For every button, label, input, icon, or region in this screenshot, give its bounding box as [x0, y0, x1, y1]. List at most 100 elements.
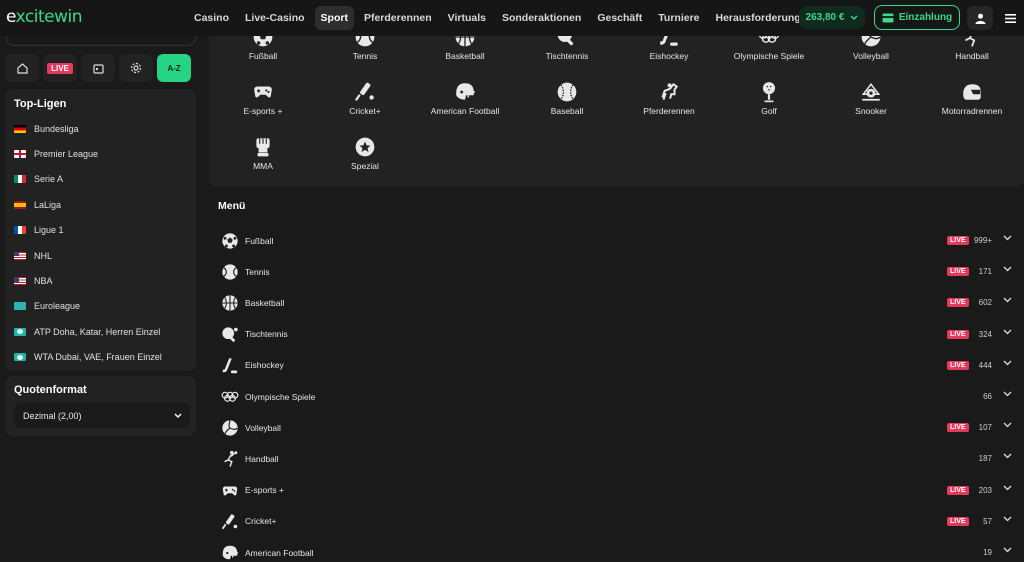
gamepad-icon: [222, 486, 238, 496]
sport-tile-e-sports-[interactable]: E-sports +: [213, 81, 313, 116]
cricket-bat-icon: [355, 82, 374, 101]
a-z-button[interactable]: A-Z: [157, 54, 191, 82]
menu-row-tischtennis[interactable]: Tischtennis LIVE 324: [209, 319, 1024, 350]
de-flag-icon: [14, 124, 26, 133]
league-item[interactable]: NHL: [5, 243, 196, 268]
menu-row-eishockey[interactable]: Eishockey LIVE 444: [209, 350, 1024, 381]
snooker-icon: [861, 83, 881, 101]
us-flag-icon: [14, 277, 26, 286]
nav-item-sonderaktionen[interactable]: Sonderaktionen: [496, 6, 587, 30]
chevron-down-icon: [1003, 297, 1012, 303]
odds-format-select[interactable]: Dezimal (2,00): [14, 403, 190, 428]
sport-tile-mma[interactable]: MMA: [213, 136, 313, 171]
league-item[interactable]: Ligue 1: [5, 218, 196, 243]
event-count: 203: [978, 485, 992, 495]
user-account-button[interactable]: [967, 6, 993, 30]
sport-tile-label: Baseball: [550, 106, 584, 116]
menu-row-label: Eishockey: [245, 360, 284, 371]
horse-racing-icon: [661, 82, 679, 101]
nav-item-live-casino[interactable]: Live-Casino: [239, 6, 311, 30]
league-item[interactable]: Euroleague: [5, 294, 196, 319]
football-helmet-icon: [222, 545, 239, 560]
settings-button[interactable]: [119, 54, 153, 82]
sport-tile-golf[interactable]: Golf: [719, 81, 819, 116]
nav-item-pferderennen[interactable]: Pferderennen: [358, 6, 438, 30]
sport-tile-snooker[interactable]: Snooker: [821, 81, 921, 116]
basketball-icon: [222, 295, 238, 312]
int-flag-icon: [14, 353, 26, 362]
us-flag-icon: [14, 251, 26, 260]
sport-tile-american-football[interactable]: American Football: [415, 81, 515, 116]
sport-tile-cricket-[interactable]: Cricket+: [315, 81, 415, 116]
menu-row-label: Cricket+: [245, 516, 277, 527]
sport-tile-label: Cricket+: [349, 106, 381, 116]
sport-tile-label: Olympische Spiele: [733, 51, 805, 61]
balance-amount: 263,80 €: [805, 12, 845, 23]
menu-row-fußball[interactable]: Fußball LIVE 999+: [209, 225, 1024, 256]
chevron-down-icon: [1003, 453, 1012, 459]
league-label: Ligue 1: [34, 225, 64, 236]
sport-tile-pferderennen[interactable]: Pferderennen: [619, 81, 719, 116]
sport-tile-spezial[interactable]: Spezial: [315, 136, 415, 171]
wallet-icon: [882, 13, 894, 22]
menu-row-tennis[interactable]: Tennis LIVE 171: [209, 256, 1024, 287]
tennis-ball-icon: [222, 264, 238, 280]
it-flag-icon: [14, 175, 26, 184]
menu-row-basketball[interactable]: Basketball LIVE 602: [209, 287, 1024, 318]
sport-tile-label: Volleyball: [853, 51, 889, 61]
menu-row-icon: [221, 419, 239, 437]
main-nav: Casino Live-Casino Sport Pferderennen Virtua…: [188, 6, 819, 30]
hamburger-icon: [1004, 13, 1016, 23]
nav-item-virtuals[interactable]: Virtuals: [442, 6, 492, 30]
league-item[interactable]: Serie A: [5, 167, 196, 192]
menu-row-icon: [221, 326, 239, 344]
quick-nav: LIVE A-Z: [5, 54, 196, 83]
menu-row-volleyball[interactable]: Volleyball LIVE 107: [209, 412, 1024, 443]
live-badge: LIVE: [947, 516, 969, 526]
sport-tile-motorradrennen[interactable]: Motorradrennen: [922, 81, 1022, 116]
int-flag-icon: [14, 327, 26, 336]
hamburger-menu-button[interactable]: [999, 6, 1021, 30]
deposit-button[interactable]: Einzahlung: [874, 5, 960, 30]
event-count: 999+: [973, 236, 992, 245]
sport-tile-baseball[interactable]: Baseball: [517, 81, 617, 116]
league-item[interactable]: NBA: [5, 268, 196, 293]
menu-row-olympische-spiele[interactable]: Olympische Spiele 66: [209, 381, 1024, 412]
menu-row-icon: [221, 357, 239, 375]
menu-row-icon: [221, 263, 239, 281]
menu-row-handball[interactable]: Handball 187: [209, 443, 1024, 474]
nav-item-sport[interactable]: Sport: [314, 6, 354, 30]
league-item[interactable]: WTA Dubai, VAE, Frauen Einzel: [5, 345, 196, 370]
brand-logo[interactable]: excitewin: [6, 4, 88, 32]
balance-button[interactable]: 263,80 €: [799, 6, 865, 29]
mma-glove-icon: [256, 138, 270, 157]
home-button[interactable]: [5, 54, 39, 82]
menu-row-cricket-[interactable]: Cricket+ LIVE 57: [209, 506, 1024, 537]
nav-item-geschäft[interactable]: Geschäft: [591, 6, 648, 30]
menu-row-label: Tischtennis: [245, 329, 288, 340]
sport-tile-label: MMA: [253, 161, 273, 171]
menu-row-label: Basketball: [245, 297, 285, 308]
league-item[interactable]: ATP Doha, Katar, Herren Einzel: [5, 319, 196, 344]
handball-icon: [224, 451, 238, 468]
sport-tile-label: Tischtennis: [545, 51, 589, 61]
menu-row-e-sports-[interactable]: E-sports + LIVE 203: [209, 475, 1024, 506]
league-label: Euroleague: [34, 301, 81, 312]
league-item[interactable]: Bundesliga: [5, 116, 196, 141]
sport-tile-label: Fußball: [248, 51, 278, 61]
top-leagues-panel: Top-Ligen Bundesliga Premier League Serie …: [5, 89, 196, 371]
odds-format-panel: Quotenformat Dezimal (2,00): [5, 376, 196, 436]
menu-row-american-football[interactable]: American Football 19: [209, 537, 1024, 562]
sport-tile-label: Spezial: [351, 161, 379, 171]
league-item[interactable]: Premier League: [5, 141, 196, 166]
nav-item-turniere[interactable]: Turniere: [652, 6, 705, 30]
odds-format-title: Quotenformat: [14, 384, 87, 396]
calendar-button[interactable]: [81, 54, 115, 82]
menu-row-label: Volleyball: [245, 422, 281, 433]
odds-format-value: Dezimal (2,00): [23, 410, 82, 421]
live-badge: LIVE: [947, 236, 969, 245]
live-button[interactable]: LIVE: [43, 54, 77, 82]
nav-item-casino[interactable]: Casino: [188, 6, 235, 30]
chevron-down-icon: [1003, 391, 1012, 397]
league-item[interactable]: LaLiga: [5, 192, 196, 217]
